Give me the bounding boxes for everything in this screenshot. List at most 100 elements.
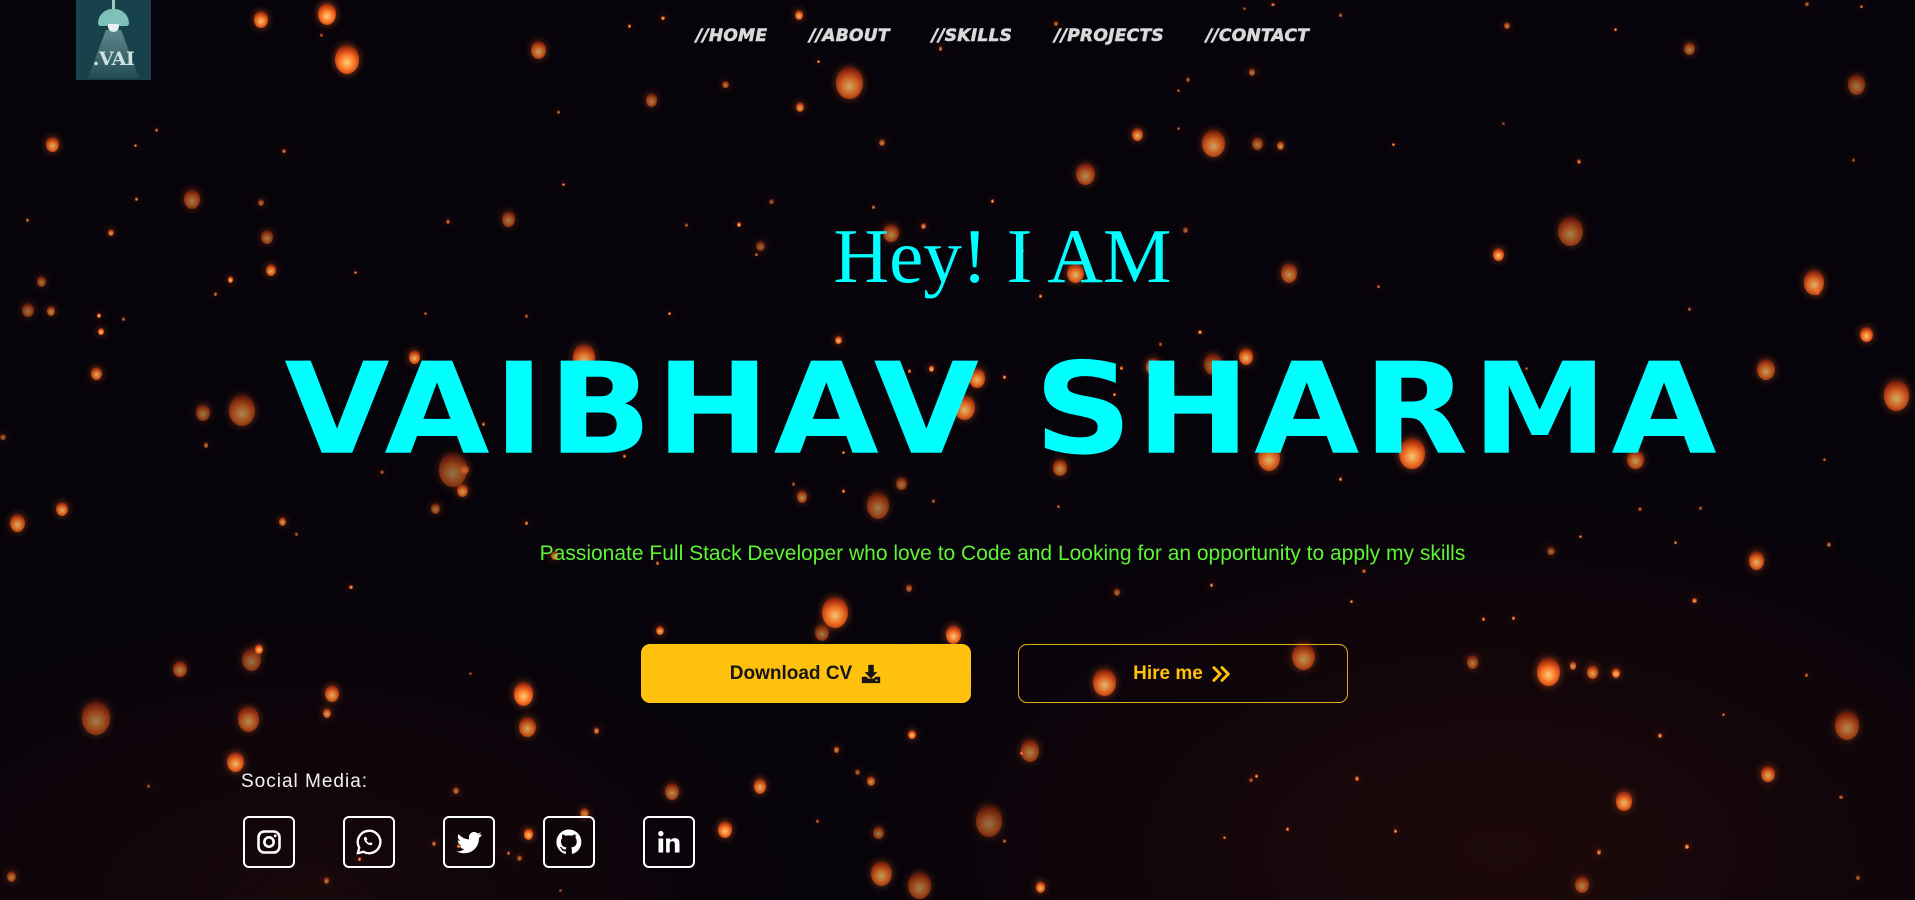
lantern [1362,568,1366,574]
lantern [1860,4,1864,9]
lantern [1131,127,1143,142]
lantern [55,501,68,517]
lantern [1687,306,1692,311]
double-chevron-right-icon [1211,665,1233,683]
lantern [121,316,126,321]
lantern [1804,1,1809,7]
lantern [469,671,473,676]
lantern [525,521,529,525]
lantern [717,820,732,838]
lantern [453,786,460,794]
lantern [1076,163,1095,186]
nav-home[interactable]: //HOME [696,26,768,47]
lantern [9,513,25,532]
nav-contact[interactable]: //CONTACT [1206,26,1310,47]
logo-text: .VAI [92,48,135,70]
lantern [1847,73,1866,95]
lantern [1611,668,1620,678]
lantern [1466,655,1479,670]
nav-skills[interactable]: //SKILLS [931,26,1012,47]
download-cv-label: Download CV [729,662,853,684]
lantern [1201,130,1225,158]
lantern [645,93,658,107]
lantern [668,311,672,316]
lantern [323,708,331,718]
lantern [1114,588,1121,596]
lantern [814,623,830,642]
lantern [870,860,893,886]
lantern [295,532,299,537]
lantern [1835,710,1860,740]
lantern [769,198,774,205]
lantern [990,198,994,203]
lantern [907,871,931,900]
lantern [854,768,861,776]
linkedin-icon[interactable] [643,816,695,868]
lantern [1502,121,1506,126]
lantern [1035,881,1046,893]
lantern [816,59,820,64]
lantern [821,596,848,629]
lantern [905,583,913,592]
lantern [593,727,600,734]
lantern [135,197,139,202]
lantern [226,752,244,773]
lantern [945,625,962,645]
lantern [1243,6,1247,11]
lantern [816,819,820,824]
lantern [1177,126,1181,131]
lantern [1482,616,1486,621]
lantern [133,143,137,148]
lantern [47,306,56,316]
lantern [873,826,884,839]
lantern [1577,158,1582,164]
lantern [1537,658,1561,686]
nav-projects[interactable]: //PROJECTS [1054,26,1164,47]
lantern [796,102,805,112]
lantern [1578,534,1582,539]
nav-about[interactable]: //ABOUT [809,26,890,47]
lantern [424,311,428,316]
lantern [665,783,679,801]
lantern [282,148,286,154]
main-nav: //HOME //ABOUT //SKILLS //PROJECTS //CON… [0,26,1915,47]
lantern [1569,661,1577,670]
lantern [334,44,360,74]
lantern [1586,664,1599,679]
twitter-icon[interactable] [443,816,495,868]
lantern [661,16,665,21]
lantern [938,46,943,51]
lantern [1721,712,1725,717]
hero-greeting: Hey! I AM [833,213,1172,299]
lantern [1856,875,1860,880]
lantern [795,10,804,21]
lantern [98,328,104,336]
lantern [559,888,563,893]
hire-me-button[interactable]: Hire me [1018,644,1348,703]
download-icon [860,663,882,685]
lantern [796,489,808,503]
lantern [1222,835,1226,840]
lantern [872,204,876,209]
lantern [879,139,886,147]
lantern [931,499,935,503]
lantern [1698,505,1702,510]
lantern [1276,140,1285,150]
lantern [1596,848,1602,855]
github-icon[interactable] [543,816,595,868]
lantern [254,644,263,655]
whatsapp-icon[interactable] [343,816,395,868]
lantern [513,682,534,706]
instagram-icon[interactable] [243,816,295,868]
lantern [1657,732,1663,739]
lantern [1210,582,1214,587]
lantern [22,302,34,317]
lantern [1286,827,1290,831]
lantern [1177,88,1181,93]
lantern [1019,750,1024,755]
lantern [172,660,187,678]
lantern [722,80,729,89]
lantern [518,716,536,737]
download-cv-button[interactable]: Download CV [641,644,971,703]
hire-me-label: Hire me [1133,662,1203,684]
